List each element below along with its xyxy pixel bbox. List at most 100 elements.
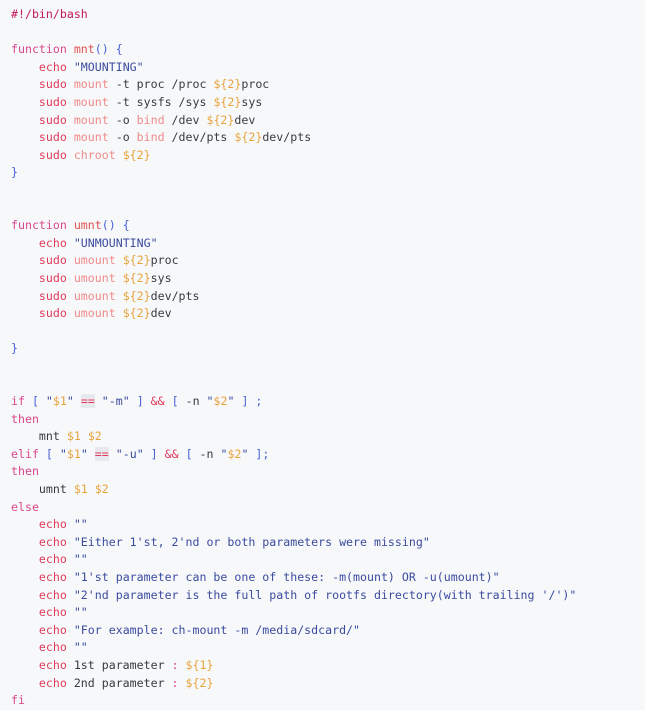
code-token: umnt bbox=[38, 482, 67, 497]
code-token: umount bbox=[73, 253, 116, 268]
code-token: $1 bbox=[66, 429, 81, 444]
code-token: && bbox=[164, 446, 179, 461]
code-token: ${2} bbox=[234, 130, 263, 145]
code-token: sudo bbox=[38, 130, 67, 145]
code-line: sudo umount ${2}dev bbox=[11, 305, 645, 323]
code-token: [ bbox=[31, 394, 39, 409]
code-token: ${2} bbox=[206, 112, 235, 127]
code-token: umount bbox=[73, 306, 116, 321]
code-token: -o bbox=[108, 130, 137, 145]
code-line: echo "MOUNTING" bbox=[11, 59, 645, 77]
code-line: echo "UNMOUNTING" bbox=[11, 235, 645, 253]
code-line: function mnt() { bbox=[11, 41, 645, 59]
code-token: $1 bbox=[66, 446, 81, 461]
code-token: "1'st parameter can be one of these: -m(… bbox=[73, 570, 500, 584]
code-token: mount bbox=[73, 130, 109, 145]
code-token: "MOUNTING" bbox=[73, 59, 144, 74]
code-line: elif [ "$1" == "-u" ] && [ -n "$2" ]; bbox=[11, 446, 645, 464]
code-token: sudo bbox=[38, 77, 67, 92]
code-token: sudo bbox=[38, 94, 67, 109]
code-token: bind bbox=[136, 112, 165, 127]
code-line: sudo mount -t sysfs /sys ${2}sys bbox=[11, 94, 645, 112]
code-token: mount bbox=[73, 94, 109, 109]
code-token: " bbox=[206, 394, 214, 409]
code-line: fi bbox=[11, 692, 645, 710]
code-line: ​ bbox=[11, 323, 645, 341]
code-token: ] bbox=[150, 446, 158, 461]
code-token: sudo bbox=[38, 112, 67, 127]
code-token: proc bbox=[150, 253, 179, 268]
code-token: echo bbox=[38, 59, 67, 74]
code-line: echo "1'st parameter can be one of these… bbox=[11, 569, 645, 587]
code-line: echo "" bbox=[11, 639, 645, 657]
code-token: -o bbox=[108, 112, 137, 127]
code-token: -n bbox=[192, 446, 221, 461]
code-token: chroot bbox=[73, 147, 116, 162]
code-token: "-u" bbox=[115, 446, 144, 461]
code-line: echo "" bbox=[11, 516, 645, 534]
code-line: umnt $1 $2 bbox=[11, 481, 645, 499]
code-token: function bbox=[11, 218, 67, 233]
code-token: sudo bbox=[38, 147, 67, 162]
code-token: echo bbox=[38, 517, 67, 532]
code-token: umnt bbox=[73, 218, 102, 233]
code-token: fi bbox=[11, 693, 25, 708]
code-token: then bbox=[11, 464, 39, 479]
code-token: echo bbox=[38, 605, 67, 620]
code-line: ​ bbox=[11, 182, 645, 200]
code-line: echo "" bbox=[11, 551, 645, 569]
code-line: sudo chroot ${2} bbox=[11, 147, 645, 165]
code-line: echo "2'nd parameter is the full path of… bbox=[11, 587, 645, 605]
code-line: #!/bin/bash bbox=[11, 6, 645, 24]
code-token: ${2} bbox=[122, 288, 151, 303]
code-token: umount bbox=[73, 270, 116, 285]
code-line: mnt $1 $2 bbox=[11, 428, 645, 446]
code-token: echo bbox=[38, 675, 67, 690]
code-token: "" bbox=[73, 640, 88, 655]
code-token: #!/bin/bash bbox=[11, 7, 88, 21]
code-token: [ bbox=[185, 446, 193, 461]
code-token: -t proc /proc bbox=[108, 77, 214, 92]
code-token: [ bbox=[45, 446, 53, 461]
code-line: ​ bbox=[11, 375, 645, 393]
code-token: mnt bbox=[73, 42, 95, 57]
code-token: if bbox=[11, 394, 25, 409]
code-line: then bbox=[11, 463, 645, 481]
code-token: -n bbox=[178, 394, 207, 409]
code-token: "UNMOUNTING" bbox=[73, 235, 158, 250]
